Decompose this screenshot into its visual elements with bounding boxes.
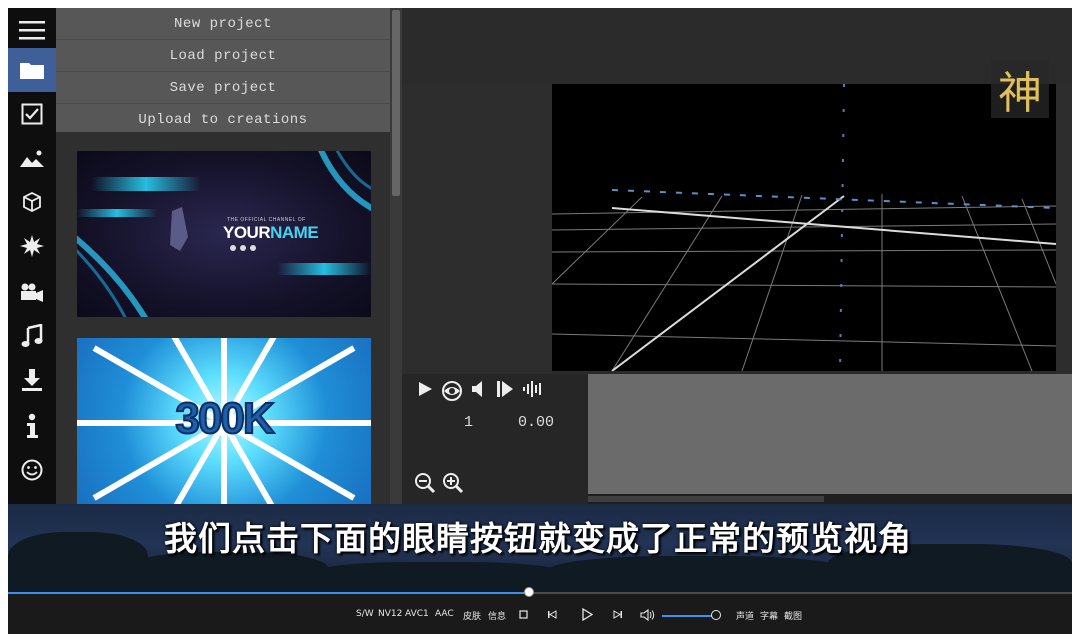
3d-preview-viewport[interactable] [552,84,1056,371]
timeline-panel[interactable] [588,374,1072,494]
new-project-button[interactable]: New project [56,8,390,40]
checkbox-icon[interactable] [8,92,56,136]
audio-aac-button[interactable]: AAC [435,609,454,619]
thumbnail-300k-text: 300K [174,393,275,444]
seek-bar-fill [8,592,530,594]
channel-watermark: 神 [991,60,1049,119]
smiley-icon[interactable] [8,448,56,492]
burst-icon[interactable] [8,224,56,268]
skin-button[interactable]: 皮肤 [463,609,481,622]
gallery-scrollbar[interactable] [390,8,402,504]
save-project-button[interactable]: Save project [56,72,390,104]
camera-icon[interactable] [8,270,56,314]
speaker-icon[interactable] [470,380,488,398]
frame-time-readout: 1 0.00 [464,414,554,431]
editor-app: New project Load project Save project Up… [8,8,1072,504]
frame-number: 1 [464,414,474,431]
sidebar [8,8,56,504]
audio-channel-button[interactable]: 声道 [736,609,754,622]
video-subtitle: 我们点击下面的眼睛按钮就变成了正常的预览视角 [164,519,912,558]
scene-left-pane [402,84,552,374]
info-button[interactable]: 信息 [488,609,506,622]
volume-slider[interactable] [662,615,714,617]
time-value: 0.00 [518,414,555,431]
top-empty-bar [402,8,1072,84]
zoom-in-icon[interactable] [442,472,464,494]
load-project-button[interactable]: Load project [56,40,390,72]
screen-frame: New project Load project Save project Up… [8,8,1072,634]
decoder-sw-button[interactable]: S/W [356,609,374,619]
banner-title: YOURNAME [223,223,319,243]
zoom-controls [414,472,464,494]
social-icons [230,245,256,251]
image-icon[interactable] [8,136,56,180]
zoom-out-icon[interactable] [414,472,436,494]
viewport-right-gap [1056,84,1072,374]
folder-icon[interactable] [8,48,56,92]
playback-controls: 1 0.00 [402,374,588,504]
waveform-icon[interactable] [522,380,544,398]
video-player-bar: S/W NV12 AVC1 AAC 皮肤 信息 声道 字幕 截图 [8,587,1072,634]
previous-icon[interactable] [547,610,557,619]
timeline-scroll-strip[interactable] [588,494,1072,504]
subtitle-button[interactable]: 字幕 [760,609,778,622]
volume-icon[interactable] [640,609,656,621]
banner-title-name: NAME [270,223,319,242]
next-icon[interactable] [613,610,623,619]
seek-handle[interactable] [524,587,535,597]
seek-bar[interactable] [8,587,1072,597]
step-forward-icon[interactable] [495,380,515,398]
stop-icon[interactable] [519,610,528,619]
cube-icon[interactable] [8,180,56,224]
play-icon[interactable] [416,380,434,398]
info-icon[interactable] [8,404,56,448]
playback-icon-row [416,380,544,402]
template-thumbnail-300k[interactable]: 300K [77,338,371,504]
perspective-grid [552,84,1056,371]
tree-silhouette [548,556,848,592]
play-icon[interactable] [581,608,593,621]
template-thumbnail-banner[interactable]: THE OFFICIAL CHANNEL OF YOURNAME [77,151,371,317]
screenshot-button[interactable]: 截图 [784,609,802,622]
format-nv12-button[interactable]: NV12 [378,609,402,619]
download-icon[interactable] [8,358,56,402]
menu-icon[interactable] [8,8,56,52]
project-menu: New project Load project Save project Up… [56,8,390,136]
timeline-scroll-thumb[interactable] [588,496,824,502]
codec-avc1-button[interactable]: AVC1 [405,609,429,619]
banner-title-your: YOUR [223,223,271,242]
music-icon[interactable] [8,314,56,358]
video-background-scene: 我们点击下面的眼睛按钮就变成了正常的预览视角 [8,504,1072,592]
tree-silhouette [8,532,148,592]
eye-icon[interactable] [441,380,463,402]
volume-handle[interactable] [711,610,721,620]
scrollbar-thumb[interactable] [392,10,400,196]
